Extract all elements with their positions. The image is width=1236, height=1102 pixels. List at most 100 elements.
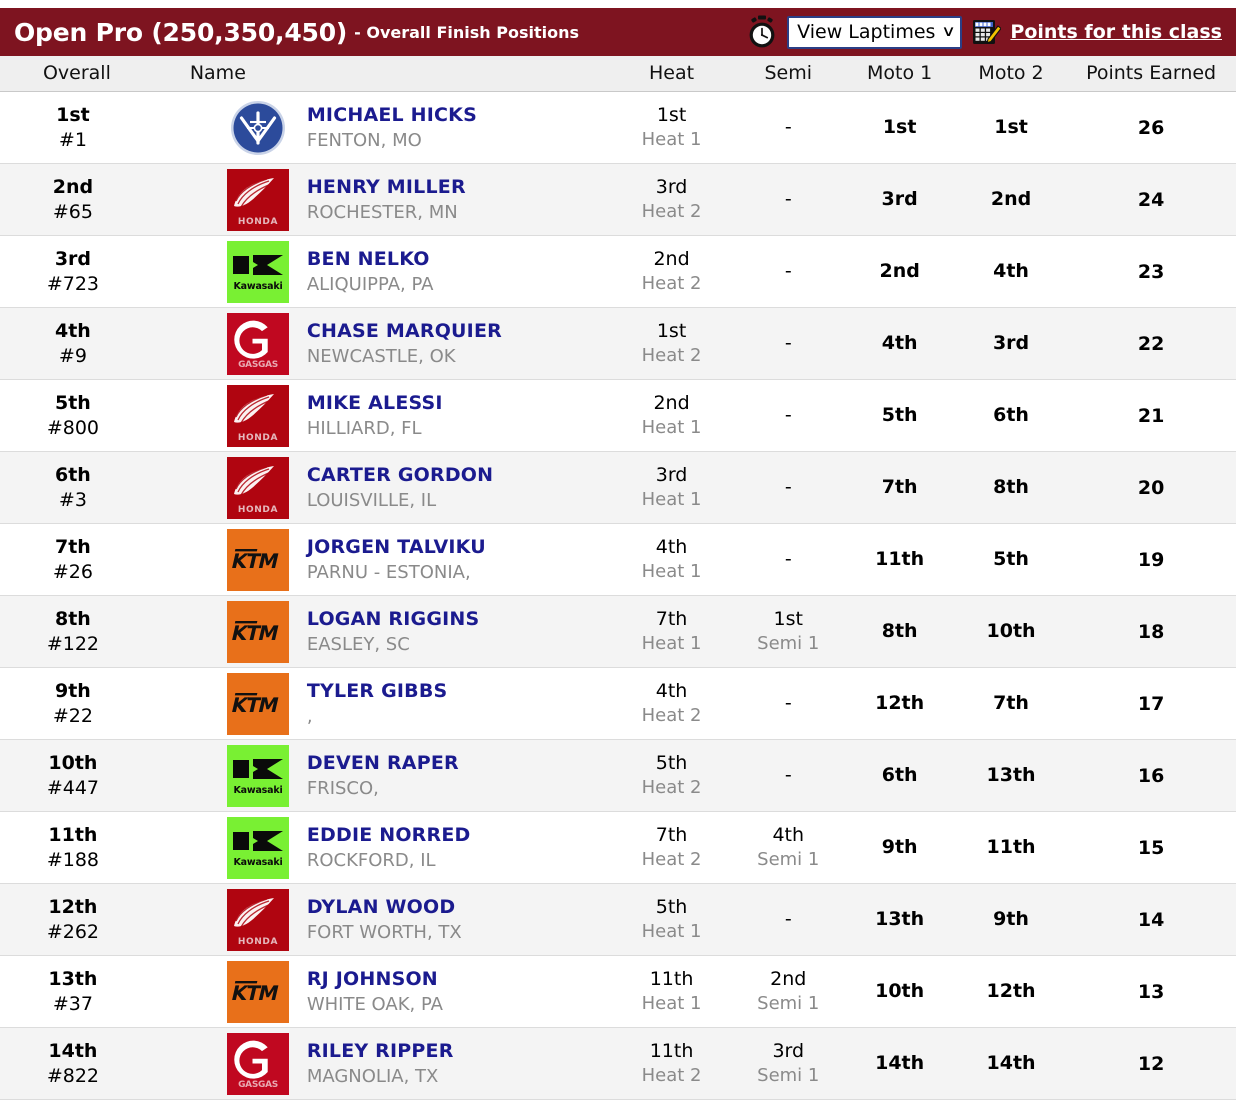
rider-name-link[interactable]: DYLAN WOOD (307, 895, 462, 920)
heat-race: Heat 1 (610, 992, 733, 1015)
table-row[interactable]: 10th #447 Kawasaki DEVEN RAPER FRISCO, 5… (0, 740, 1236, 812)
rider-name-link[interactable]: RILEY RIPPER (307, 1039, 454, 1064)
rider-name-link[interactable]: RJ JOHNSON (307, 967, 443, 992)
moto1-wrap: 2nd (843, 259, 955, 284)
name-cell: KTM RJ JOHNSON WHITE OAK, PA (154, 956, 610, 1028)
semi-cell: - (733, 668, 843, 740)
rider-city: HILLIARD, FL (307, 417, 443, 440)
svg-text:KTM: KTM (229, 693, 280, 717)
heat-race: Heat 1 (610, 920, 733, 943)
heat-race: Heat 1 (610, 128, 733, 151)
moto2-cell: 10th (956, 596, 1066, 668)
points-cell: 21 (1066, 380, 1236, 452)
points-earned: 17 (1138, 693, 1164, 715)
semi-wrap: - (733, 763, 843, 788)
moto1-cell: 12th (843, 668, 955, 740)
rider-name-link[interactable]: JORGEN TALVIKU (307, 535, 486, 560)
honda-logo-icon: HONDA (227, 385, 289, 447)
moto1-cell: 9th (843, 812, 955, 884)
moto2-position: 14th (956, 1051, 1066, 1076)
semi-race: Semi 1 (733, 632, 843, 655)
rider-name-link[interactable]: MICHAEL HICKS (307, 103, 477, 128)
heat-wrap: 5th Heat 1 (610, 895, 733, 943)
table-row[interactable]: 2nd #65 HONDA HENRY MILLER ROCHESTER, MN (0, 164, 1236, 236)
points-earned: 21 (1138, 405, 1164, 427)
rider-number: #262 (0, 920, 146, 944)
moto1-position: 13th (843, 907, 955, 932)
rider-block: GASGAS RILEY RIPPER MAGNOLIA, TX (154, 1033, 610, 1095)
overall-wrap: 14th #822 (0, 1039, 154, 1088)
table-row[interactable]: 3rd #723 Kawasaki BEN NELKO ALIQUIPPA, P… (0, 236, 1236, 308)
table-row[interactable]: 12th #262 HONDA DYLAN WOOD FORT WORTH, T… (0, 884, 1236, 956)
overall-position: 5th (0, 391, 146, 415)
header-row: Overall Name Heat Semi Moto 1 Moto 2 Poi… (0, 56, 1236, 92)
rider-name-link[interactable]: DEVEN RAPER (307, 751, 459, 776)
rider-name-link[interactable]: TYLER GIBBS (307, 679, 448, 704)
table-row[interactable]: 7th #26 KTM JORGEN TALVIKU PARNU - ESTON… (0, 524, 1236, 596)
moto2-position: 8th (956, 475, 1066, 500)
rider-name-link[interactable]: HENRY MILLER (307, 175, 466, 200)
rider-text: EDDIE NORRED ROCKFORD, IL (307, 823, 471, 872)
semi-wrap: - (733, 115, 843, 140)
heat-cell: 2nd Heat 2 (610, 236, 733, 308)
rider-name-link[interactable]: LOGAN RIGGINS (307, 607, 480, 632)
table-row[interactable]: 8th #122 KTM LOGAN RIGGINS EASLEY, SC (0, 596, 1236, 668)
column-header-semi: Semi (733, 56, 843, 92)
moto2-wrap: 6th (956, 403, 1066, 428)
semi-position: - (785, 116, 792, 138)
name-cell: Kawasaki EDDIE NORRED ROCKFORD, IL (154, 812, 610, 884)
heat-cell: 7th Heat 1 (610, 596, 733, 668)
rider-text: LOGAN RIGGINS EASLEY, SC (307, 607, 480, 656)
moto2-position: 12th (956, 979, 1066, 1004)
moto1-cell: 8th (843, 596, 955, 668)
table-row[interactable]: 4th #9 GASGAS CHASE MARQUIER NEWCASTLE, … (0, 308, 1236, 380)
heat-cell: 1st Heat 1 (610, 92, 733, 164)
semi-position: - (785, 404, 792, 426)
heat-position: 11th (610, 1039, 733, 1064)
moto1-wrap: 9th (843, 835, 955, 860)
overall-wrap: 13th #37 (0, 967, 154, 1016)
rider-name-link[interactable]: CHASE MARQUIER (307, 319, 502, 344)
points-cell: 14 (1066, 884, 1236, 956)
overall-wrap: 6th #3 (0, 463, 154, 512)
moto2-wrap: 7th (956, 691, 1066, 716)
moto2-wrap: 14th (956, 1051, 1066, 1076)
moto2-wrap: 10th (956, 619, 1066, 644)
moto1-cell: 11th (843, 524, 955, 596)
results-page: Open Pro (250,350,450) - Overall Finish … (0, 0, 1236, 1102)
moto2-cell: 13th (956, 740, 1066, 812)
table-row[interactable]: 9th #22 KTM TYLER GIBBS , 4th (0, 668, 1236, 740)
points-earned: 24 (1138, 189, 1164, 211)
semi-position: - (785, 476, 792, 498)
heat-race: Heat 1 (610, 560, 733, 583)
table-row[interactable]: 13th #37 KTM RJ JOHNSON WHITE OAK, PA (0, 956, 1236, 1028)
name-cell: GASGAS RILEY RIPPER MAGNOLIA, TX (154, 1028, 610, 1100)
table-row[interactable]: 6th #3 HONDA CARTER GORDON LOUISVILLE, I… (0, 452, 1236, 524)
heat-race: Heat 2 (610, 272, 733, 295)
rider-name-link[interactable]: BEN NELKO (307, 247, 434, 272)
moto1-wrap: 11th (843, 547, 955, 572)
rider-name-link[interactable]: MIKE ALESSI (307, 391, 443, 416)
rider-city: WHITE OAK, PA (307, 993, 443, 1016)
moto1-wrap: 3rd (843, 187, 955, 212)
rider-name-link[interactable]: EDDIE NORRED (307, 823, 471, 848)
table-row[interactable]: 1st #1 (0, 92, 1236, 164)
semi-position: 2nd (733, 967, 843, 992)
view-laptimes-select[interactable]: View Laptimes ∨ (787, 16, 962, 49)
moto2-wrap: 9th (956, 907, 1066, 932)
rider-number: #9 (0, 344, 146, 368)
rider-block: KTM RJ JOHNSON WHITE OAK, PA (154, 961, 610, 1023)
rider-name-link[interactable]: CARTER GORDON (307, 463, 493, 488)
moto2-cell: 9th (956, 884, 1066, 956)
heat-race: Heat 2 (610, 200, 733, 223)
points-for-this-class-link[interactable]: Points for this class (1010, 21, 1228, 43)
moto2-cell: 11th (956, 812, 1066, 884)
moto1-position: 7th (843, 475, 955, 500)
table-row[interactable]: 14th #822 GASGAS RILEY RIPPER MAGNOLIA, … (0, 1028, 1236, 1100)
overall-position: 12th (0, 895, 146, 919)
table-row[interactable]: 11th #188 Kawasaki EDDIE NORRED ROCKFORD… (0, 812, 1236, 884)
table-row[interactable]: 5th #800 HONDA MIKE ALESSI HILLIARD, FL (0, 380, 1236, 452)
rider-number: #122 (0, 632, 146, 656)
rider-text: HENRY MILLER ROCHESTER, MN (307, 175, 466, 224)
semi-wrap: - (733, 331, 843, 356)
